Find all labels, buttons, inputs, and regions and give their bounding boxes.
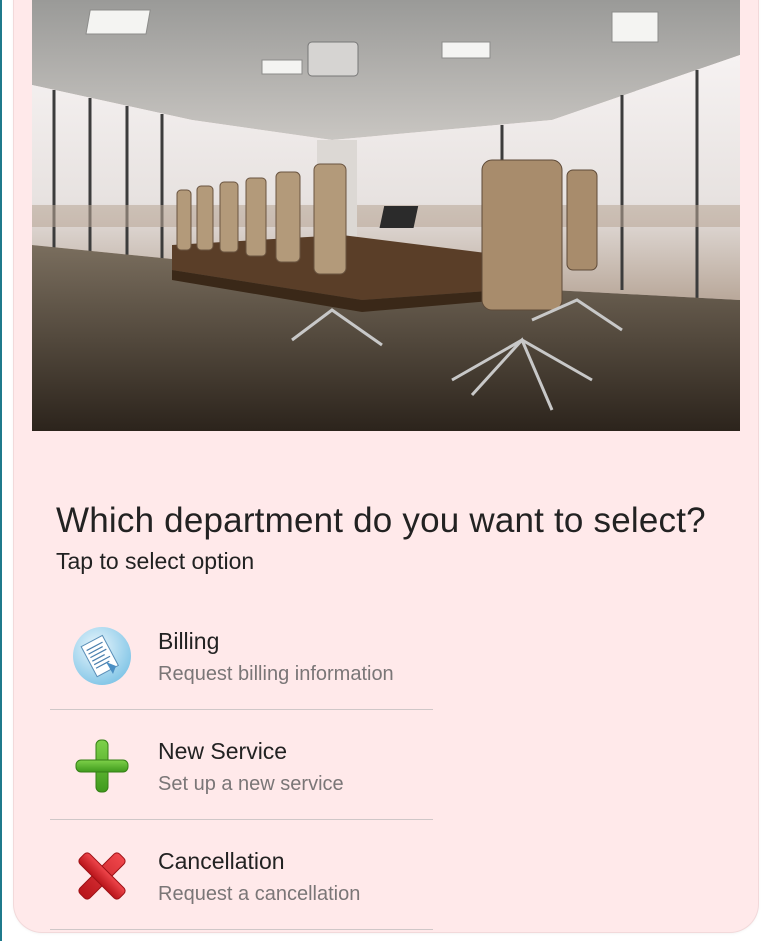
plus-icon [72, 736, 132, 796]
option-title: Cancellation [158, 848, 285, 874]
option-title: New Service [158, 738, 288, 764]
option-new-service[interactable]: New Service Set up a new service [50, 710, 433, 820]
page-title: Which department do you want to select? [56, 501, 706, 540]
conference-room-photo [32, 0, 740, 431]
window-edge [0, 0, 2, 941]
option-subtitle: Request billing information [158, 663, 394, 685]
option-subtitle: Set up a new service [158, 773, 344, 795]
option-subtitle: Request a cancellation [158, 883, 361, 905]
option-billing[interactable]: Billing Request billing information [50, 600, 433, 710]
cross-icon [72, 846, 132, 906]
selection-card: Which department do you want to select? … [14, 0, 758, 932]
instruction-text: Tap to select option [56, 548, 255, 574]
billing-receipt-icon [72, 626, 132, 686]
option-title: Billing [158, 628, 220, 654]
option-cancellation[interactable]: Cancellation Request a cancellation [50, 820, 433, 930]
department-options-list: Billing Request billing information New … [50, 600, 433, 930]
